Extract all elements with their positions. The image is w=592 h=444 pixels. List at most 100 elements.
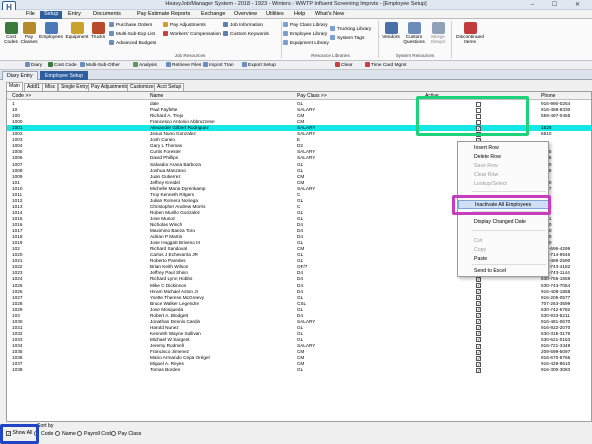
tab-pay-adjustments[interactable]: Pay Adjustments	[88, 83, 132, 91]
cost-codes-button[interactable]: Cost Codes	[3, 22, 19, 45]
menu-setup[interactable]: Setup	[40, 11, 63, 19]
custom-questions-button[interactable]: Custom Questions	[401, 22, 427, 45]
ribbon-separator	[451, 21, 452, 58]
employees-button[interactable]: Employees	[38, 22, 64, 40]
time-card-mgmt-button[interactable]: Time Card Mgmt	[365, 62, 407, 69]
pay-classes-icon	[22, 22, 36, 34]
custom-keywords-item[interactable]: Custom Keywords	[223, 31, 269, 38]
active-checkbox[interactable]: ✓	[476, 283, 481, 288]
active-checkbox[interactable]: ✓	[476, 295, 481, 301]
multi-sub-other-icon	[80, 62, 85, 67]
col-code-header[interactable]: Code >>	[12, 92, 31, 100]
equipment-button[interactable]: Equipment	[64, 22, 90, 40]
active-checkbox[interactable]: ✓	[476, 355, 481, 361]
multi-sub-exp-list-item[interactable]: Multi-Sub-Exp List	[109, 31, 155, 38]
sort-pay-class-radio[interactable]: Pay Class	[111, 431, 141, 437]
quick-toolbar: Diary Cost Code Multi-Sub-Other Analysis…	[0, 61, 592, 70]
trucking-library-item[interactable]: Trucking Library	[330, 26, 371, 33]
window-controls[interactable]: – ☐ ✕	[531, 1, 588, 8]
employee-library-item[interactable]: Employee Library	[283, 31, 327, 38]
cell-code: 1038	[12, 367, 23, 373]
tab-customize[interactable]: Customize	[127, 83, 157, 91]
system-tags-item[interactable]: System Tags	[330, 35, 364, 42]
menu-help[interactable]: Help	[290, 11, 309, 19]
system-tags-icon	[330, 35, 335, 40]
menu-overview[interactable]: Overview	[230, 11, 261, 19]
cost-code-button[interactable]: Cost Code	[48, 62, 77, 69]
bottom-bar: ✓ Show All Sort by Code Name Payroll Cod…	[0, 422, 592, 444]
sort-name-radio[interactable]: Name	[55, 431, 76, 437]
menu-item-cut[interactable]: Cut	[458, 237, 550, 246]
employees-icon	[44, 22, 58, 34]
sub-tabs: Main Addl1 Misc Single Entry Pay Adjustm…	[0, 82, 592, 91]
import-tran-button[interactable]: Import Tran	[203, 62, 234, 69]
tab-main[interactable]: Main	[6, 82, 23, 91]
active-checkbox[interactable]: ✓	[476, 343, 481, 349]
tab-diary-entry[interactable]: Diary Entry	[2, 71, 38, 80]
active-checkbox[interactable]: ✓	[476, 319, 481, 325]
tab-addl1[interactable]: Addl1	[24, 83, 43, 91]
retrieve-files-button[interactable]: Retrieve Files	[166, 62, 201, 69]
show-all-highlight	[0, 424, 39, 444]
col-name-header[interactable]: Name	[150, 92, 163, 100]
menu-item-insert-row[interactable]: Insert Row	[458, 144, 550, 153]
discontinued-items-button[interactable]: Discontinued Items	[453, 22, 487, 45]
diary-button[interactable]: Diary	[25, 62, 42, 69]
menu-item-send-to-excel[interactable]: Send to Excel	[458, 267, 550, 276]
clear-button[interactable]: Clear	[335, 62, 352, 69]
active-checkbox[interactable]: ✓	[476, 337, 481, 343]
active-checkbox[interactable]: ✓	[476, 349, 481, 355]
active-checkbox[interactable]: ✓	[476, 331, 481, 337]
menu-file[interactable]: File	[22, 11, 39, 19]
menu-utilities[interactable]: Utilities	[262, 11, 288, 19]
sort-payroll-code-radio[interactable]: Payroll Code	[77, 431, 114, 437]
col-phone-header[interactable]: Phone	[541, 92, 555, 100]
table-row[interactable]: 1038 Tomas Borden GL 916-300-3083 ✓	[7, 367, 591, 373]
tab-misc[interactable]: Misc	[42, 83, 59, 91]
menu-reports[interactable]: Reports	[167, 11, 194, 19]
menu-item-clear-row[interactable]: Clear Row	[458, 171, 550, 180]
equipment-library-item[interactable]: Equipment Library	[283, 40, 329, 47]
active-checkbox[interactable]: ✓	[476, 313, 481, 319]
vendors-button[interactable]: Vendors	[381, 22, 401, 40]
tab-single-entry[interactable]: Single Entry	[58, 83, 91, 91]
active-checkbox[interactable]: ✓	[476, 301, 481, 307]
tab-acct-setup[interactable]: Acct Setup	[154, 83, 185, 91]
menu-whats-new[interactable]: What's New	[311, 11, 348, 19]
menu-item-lookup-select[interactable]: Lookup/Select	[458, 180, 550, 189]
active-checkbox[interactable]: ✓	[476, 367, 481, 373]
advanced-budgets-item[interactable]: Advanced Budgets	[109, 40, 156, 47]
menu-exchange[interactable]: Exchange	[197, 11, 229, 19]
menu-item-copy[interactable]: Copy	[458, 246, 550, 255]
trucks-button[interactable]: Trucks	[89, 22, 107, 40]
purchase-orders-item[interactable]: Purchase Orders	[109, 22, 152, 29]
menu-item-display-changed-date[interactable]: Display Changed Date	[458, 218, 550, 227]
workers-compensation-item[interactable]: Workers' Compensation	[163, 31, 221, 38]
multi-sub-other-button[interactable]: Multi-Sub-Other	[80, 62, 120, 69]
active-checkbox[interactable]: ✓	[476, 289, 481, 295]
menu-item-save-row[interactable]: Save Row	[458, 162, 550, 171]
active-checkbox[interactable]: ✓	[476, 307, 481, 313]
active-checkbox[interactable]: ✓	[476, 276, 481, 282]
merge-setups-icon	[431, 22, 445, 34]
merge-setups-button[interactable]: Merge Setups	[428, 22, 448, 45]
equipment-icon	[70, 22, 84, 34]
active-checkbox[interactable]: ✓	[476, 325, 481, 331]
tab-employee-setup[interactable]: Employee Setup	[40, 71, 89, 80]
radio-icon	[77, 431, 82, 436]
job-information-item[interactable]: Job Information	[223, 22, 263, 29]
menu-documents[interactable]: Documents	[89, 11, 125, 19]
pay-class-library-item[interactable]: Pay Class Library	[283, 22, 328, 29]
menu-item-paste[interactable]: Paste	[458, 255, 550, 264]
menu-item-delete-row[interactable]: Delete Row	[458, 153, 550, 162]
menu-entry[interactable]: Entry	[64, 11, 85, 19]
pay-classes-button[interactable]: Pay Classes	[20, 22, 38, 45]
pay-adjustments-item[interactable]: Pay Adjustments	[163, 22, 206, 29]
menu-separator	[472, 191, 546, 192]
window-title: HeavyJob/Manager System - 2018 - 1923 - …	[165, 1, 427, 7]
analysis-button[interactable]: Analysis	[133, 62, 157, 69]
export-setup-button[interactable]: Export Setup	[242, 62, 276, 69]
active-checkbox[interactable]: ✓	[476, 361, 481, 367]
inactivate-all-highlight	[452, 195, 551, 215]
col-payclass-header[interactable]: Pay Class >>	[297, 92, 327, 100]
